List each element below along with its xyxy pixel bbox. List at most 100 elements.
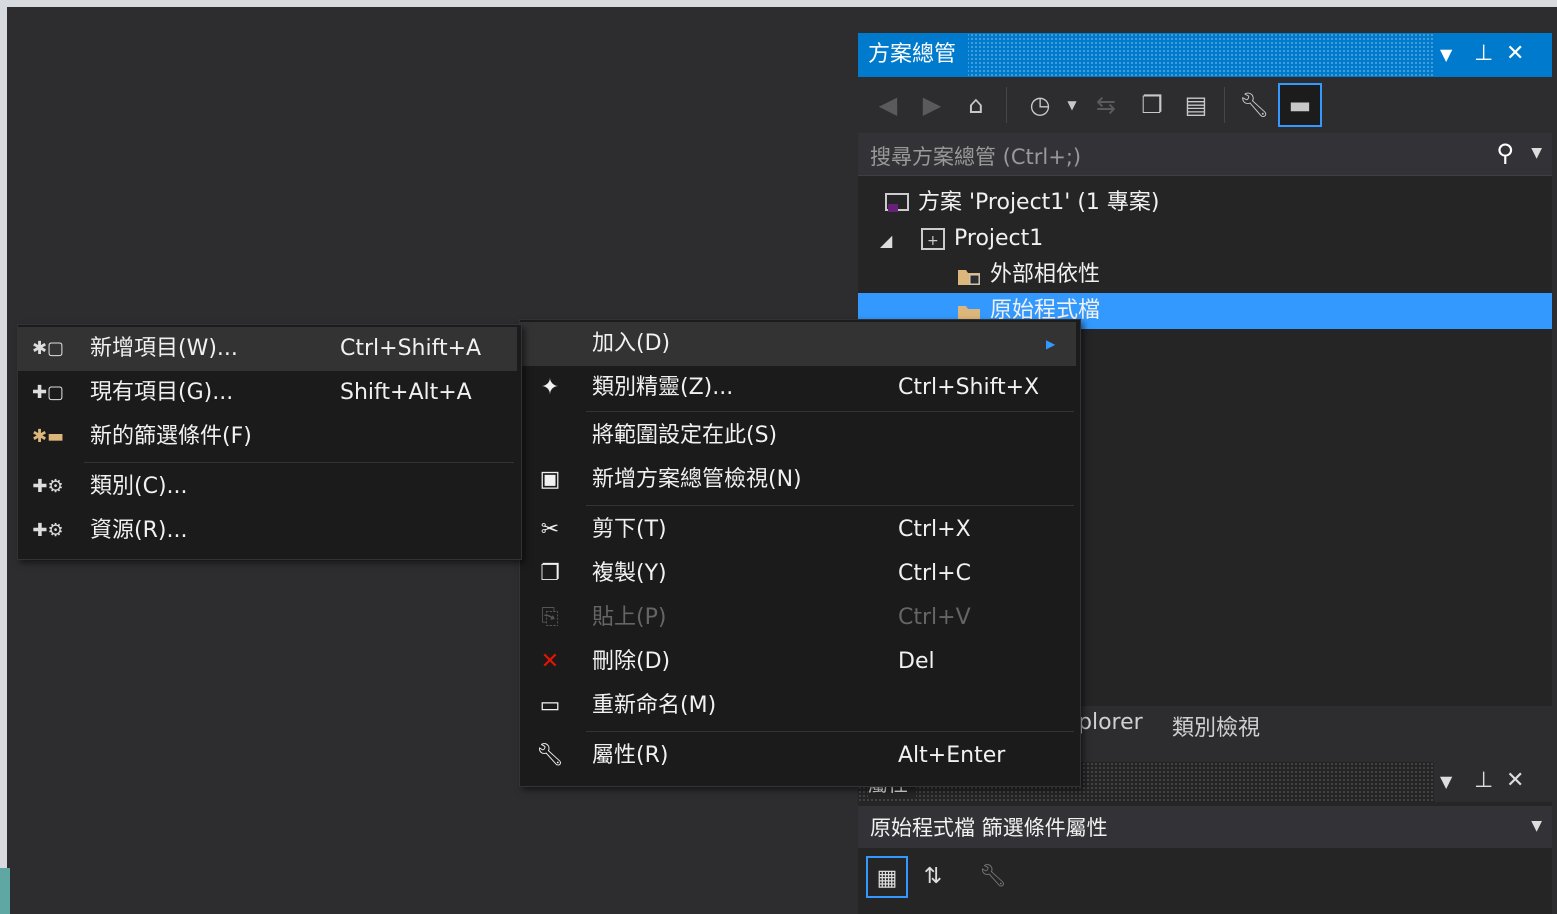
desktop-edge [0, 868, 10, 914]
tree-node-solution[interactable]: 方案 'Project1' (1 專案) [884, 185, 1160, 221]
add-submenu-item[interactable]: ✚▢ 現有項目(G)... Shift+Alt+A [18, 371, 517, 415]
submenu-arrow-icon: ▶ [1046, 337, 1056, 351]
context-menu-item-label: 剪下(T) [592, 517, 667, 542]
properties-toolbar: ▦ ⇅ 🔧︎ [858, 854, 1552, 902]
context-menu-item-shortcut: Ctrl+V [898, 605, 971, 630]
add-submenu-item[interactable]: ✚⚙ 類別(C)... [18, 465, 517, 509]
menu-separator [84, 462, 514, 463]
copy-icon: ❐ [540, 561, 560, 586]
add-submenu-item[interactable]: ✚⚙ 資源(R)... [18, 509, 517, 553]
context-menu-item-label: 加入(D) [592, 331, 671, 356]
existing-item-icon: ✚▢ [31, 382, 65, 403]
sync-icon[interactable]: ⇆ [1088, 87, 1124, 123]
new-filter-icon: ✱▬ [31, 426, 65, 447]
context-menu-item[interactable]: ▭ 重新命名(M) [520, 684, 1076, 728]
add-submenu-item-label: 類別(C)... [90, 474, 188, 499]
pending-changes-dropdown-icon[interactable]: ▼ [1054, 87, 1090, 123]
window-position-dropdown-icon[interactable]: ▼ [1440, 772, 1452, 791]
back-icon[interactable]: ◀ [870, 87, 906, 123]
delete-icon: ✕ [540, 649, 560, 674]
alphabetical-sort-icon[interactable]: ⇅ [912, 856, 954, 898]
object-selector[interactable]: 原始程式檔 篩選條件屬性 ▼ [858, 806, 1552, 848]
property-pages-wrench-icon[interactable]: 🔧︎ [972, 856, 1014, 898]
add-submenu-item-shortcut: Shift+Alt+A [340, 380, 472, 405]
add-submenu-item[interactable]: ✱▬ 新的篩選條件(F) [18, 415, 517, 459]
tab-class-view[interactable]: 類別檢視 [1172, 710, 1260, 742]
context-menu-item[interactable]: 將範圍設定在此(S) [520, 414, 1076, 458]
folder-icon [956, 298, 982, 321]
rename-icon: ▭ [539, 693, 561, 718]
context-menu-item[interactable]: ❐ 複製(Y) Ctrl+C [520, 552, 1076, 596]
pin-icon[interactable]: ⊥ [1474, 768, 1493, 793]
search-input[interactable]: 搜尋方案總管 (Ctrl+;) ⚲ ▼ [858, 133, 1552, 176]
forward-icon[interactable]: ▶ [914, 87, 950, 123]
cut-icon: ✂ [540, 517, 560, 542]
new-view-icon: ▣ [539, 467, 561, 492]
context-menu-item[interactable]: ▣ 新增方案總管檢視(N) [520, 458, 1076, 502]
context-menu: 加入(D) ▶ ✦ 類別精靈(Z)... Ctrl+Shift+X 將範圍設定在此(S) ▣… [519, 319, 1081, 787]
context-menu-item[interactable]: 🔧︎ 屬性(R) Alt+Enter [520, 734, 1076, 778]
tree-node-external-dependencies[interactable]: 外部相依性 [956, 257, 1100, 293]
context-menu-item-label: 類別精靈(Z)... [592, 375, 734, 400]
context-menu-item-shortcut: Ctrl+Shift+X [898, 375, 1040, 400]
context-menu-item-label: 重新命名(M) [592, 693, 717, 718]
add-submenu-item-label: 資源(R)... [90, 518, 188, 543]
context-menu-item[interactable]: ⎘ 貼上(P) Ctrl+V [520, 596, 1076, 640]
properties-wrench-icon[interactable]: 🔧︎ [1236, 87, 1272, 123]
object-selector-value: 原始程式檔 篩選條件屬性 [870, 816, 1108, 840]
home-icon[interactable]: ⌂ [958, 87, 994, 123]
add-submenu-item-shortcut: Ctrl+Shift+A [340, 336, 482, 361]
svg-text:+: + [927, 233, 939, 249]
context-menu-item-label: 刪除(D) [592, 649, 671, 674]
add-submenu-item-label: 新增項目(W)... [90, 336, 238, 361]
chevron-down-icon[interactable]: ▼ [1531, 818, 1542, 834]
categorized-icon[interactable]: ▦ [866, 856, 908, 898]
menu-separator [586, 505, 1074, 506]
solution-explorer-toolbar: ◀ ▶ ⌂ ◷ ▼ ⇆ ❐ ▤ 🔧︎ ▬ [858, 77, 1552, 133]
menu-separator [586, 411, 1074, 412]
window-position-dropdown-icon[interactable]: ▼ [1440, 45, 1452, 64]
new-item-icon: ✱▢ [31, 338, 65, 359]
menu-icon-placeholder [532, 322, 568, 366]
tree-node-label: 方案 'Project1' (1 專案) [918, 190, 1160, 215]
context-menu-item-label: 複製(Y) [592, 561, 667, 586]
tree-node-label: 外部相依性 [990, 262, 1101, 287]
context-menu-item[interactable]: ✕ 刪除(D) Del [520, 640, 1076, 684]
pin-icon[interactable]: ⊥ [1474, 41, 1493, 66]
context-menu-item[interactable]: 加入(D) ▶ [520, 322, 1076, 366]
context-menu-item-shortcut: Ctrl+X [898, 517, 971, 542]
add-submenu-item-label: 現有項目(G)... [90, 380, 234, 405]
search-options-dropdown-icon[interactable]: ▼ [1531, 145, 1542, 161]
show-all-files-icon[interactable]: ▤ [1178, 87, 1214, 123]
context-menu-item-shortcut: Del [898, 649, 935, 674]
solution-explorer-titlebar: 方案總管 ▼ ⊥ ✕ [858, 33, 1552, 77]
expand-arrow-icon[interactable]: ◢ [880, 231, 892, 250]
resource-icon: ✚⚙ [32, 520, 64, 541]
menu-icon-placeholder [532, 414, 568, 458]
add-submenu-item[interactable]: ✱▢ 新增項目(W)... Ctrl+Shift+A [18, 327, 517, 371]
add-submenu-item-label: 新的篩選條件(F) [90, 424, 252, 449]
preview-selected-icon[interactable]: ▬ [1278, 83, 1322, 127]
tree-node-label: Project1 [954, 226, 1044, 251]
context-menu-item-shortcut: Ctrl+C [898, 561, 971, 586]
tree-node-project[interactable]: + Project1 [920, 221, 1043, 257]
collapse-all-icon[interactable]: ❐ [1134, 87, 1170, 123]
context-menu-item-label: 將範圍設定在此(S) [592, 423, 778, 448]
add-submenu: ✱▢ 新增項目(W)... Ctrl+Shift+A ✚▢ 現有項目(G)... Shif… [17, 324, 522, 560]
project-icon: + [920, 226, 946, 250]
tab-solution-explorer[interactable]: plorer [1078, 710, 1143, 735]
context-menu-item-shortcut: Alt+Enter [898, 743, 1006, 768]
folder-icon [956, 262, 982, 285]
search-icon[interactable]: ⚲ [1496, 139, 1514, 167]
context-menu-item[interactable]: ✂ 剪下(T) Ctrl+X [520, 508, 1076, 552]
pending-changes-icon[interactable]: ◷ [1022, 87, 1058, 123]
panel-title: 方案總管 [858, 33, 969, 77]
close-icon[interactable]: ✕ [1506, 768, 1524, 793]
context-menu-item-label: 屬性(R) [592, 743, 669, 768]
class-icon: ✚⚙ [32, 476, 64, 497]
context-menu-item[interactable]: ✦ 類別精靈(Z)... Ctrl+Shift+X [520, 366, 1076, 410]
context-menu-item-label: 貼上(P) [592, 605, 667, 630]
close-icon[interactable]: ✕ [1506, 41, 1524, 66]
wrench-icon: 🔧︎ [536, 743, 564, 768]
context-menu-item-label: 新增方案總管檢視(N) [592, 467, 802, 492]
